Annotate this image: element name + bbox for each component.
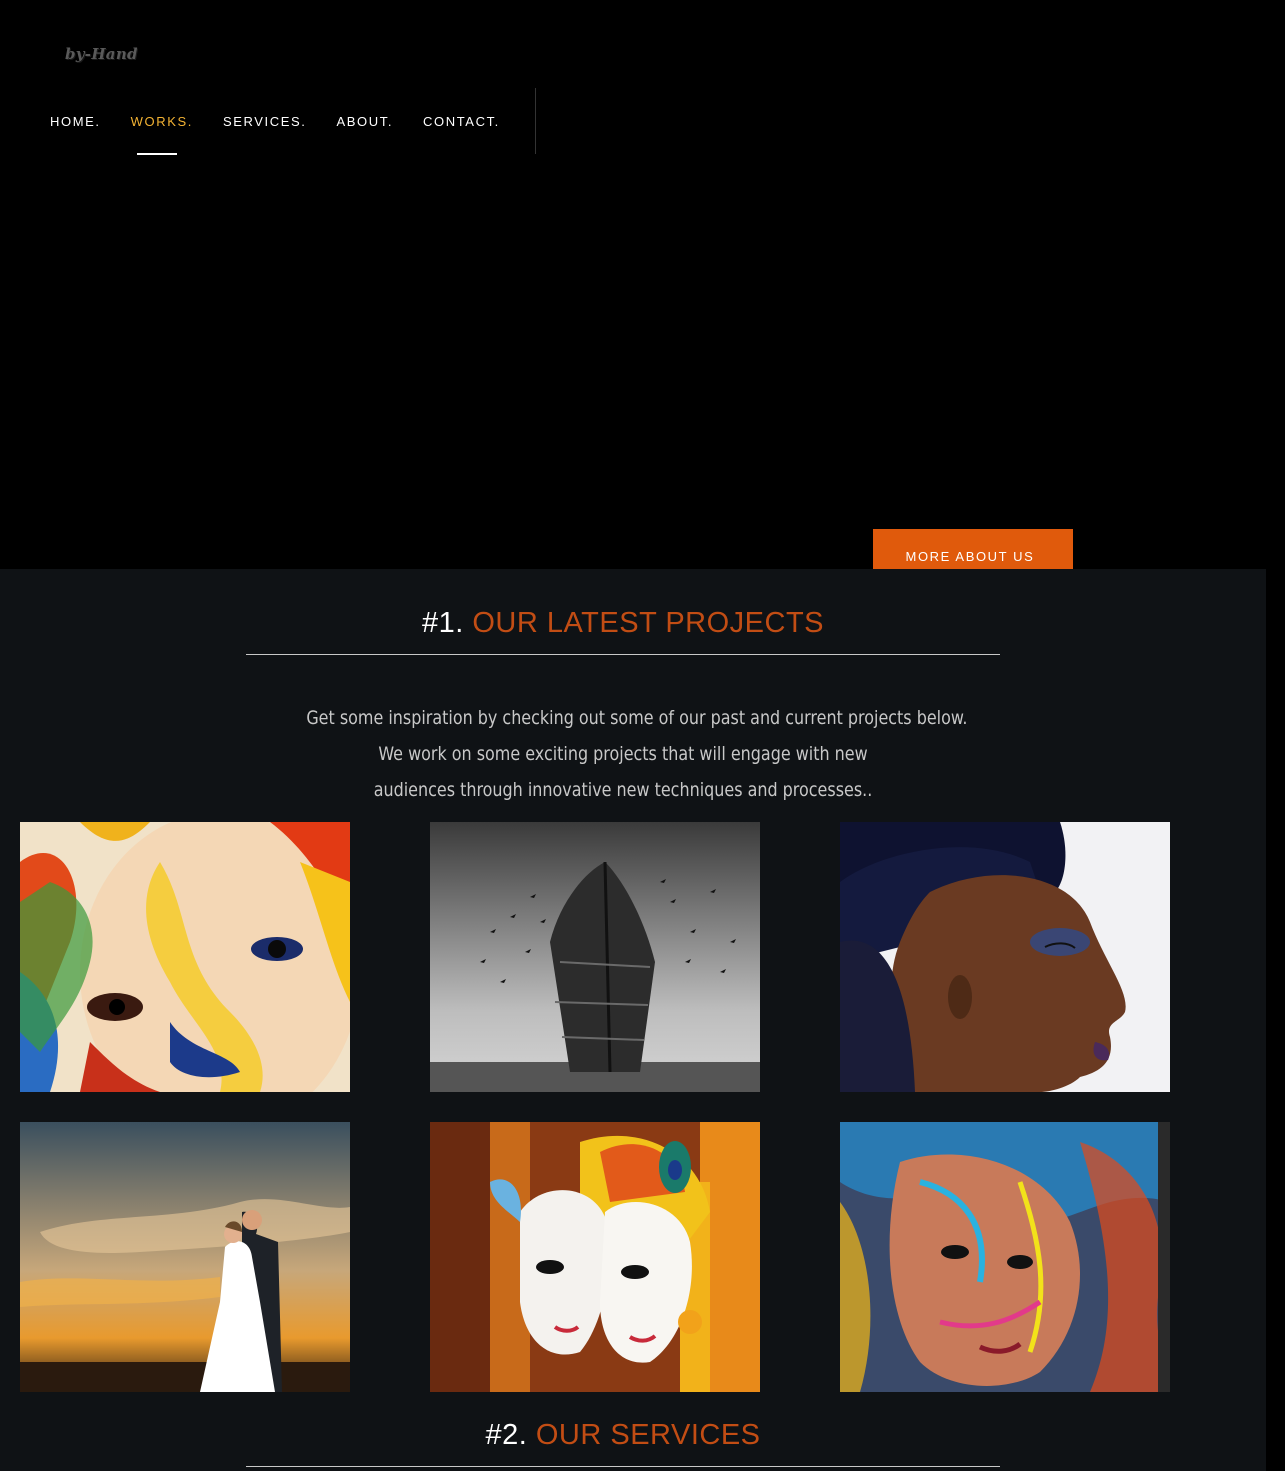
intro-line: We work on some exciting projects that w… bbox=[378, 743, 868, 765]
nav-item-services[interactable]: SERVICES. bbox=[223, 114, 307, 129]
intro-line: Get some inspiration by checking out som… bbox=[306, 707, 968, 729]
main-nav: HOME. WORKS. SERVICES. ABOUT. CONTACT. bbox=[50, 114, 530, 129]
nav-item-home[interactable]: HOME. bbox=[50, 114, 101, 129]
project-tile-portrait-profile[interactable] bbox=[840, 822, 1170, 1092]
services-heading-rule bbox=[246, 1466, 1000, 1467]
projects-heading-number: #1. bbox=[421, 607, 464, 639]
projects-heading: #1. OUR LATEST PROJECTS bbox=[246, 607, 1000, 640]
projects-heading-title: OUR LATEST PROJECTS bbox=[472, 607, 825, 639]
project-tile-wedding[interactable] bbox=[20, 1122, 350, 1392]
graffiti-face-image bbox=[840, 1122, 1170, 1392]
nav-item-works[interactable]: WORKS. bbox=[131, 114, 193, 129]
project-tile-shipwreck[interactable] bbox=[430, 822, 760, 1092]
portrait-profile-image bbox=[840, 822, 1170, 1092]
services-heading-title: OUR SERVICES bbox=[535, 1419, 761, 1451]
nav-item-contact[interactable]: CONTACT. bbox=[423, 114, 500, 129]
project-tile-krishna-painting[interactable] bbox=[430, 1122, 760, 1392]
projects-section: #1. OUR LATEST PROJECTS Get some inspira… bbox=[0, 569, 1266, 1471]
services-heading-number: #2. bbox=[485, 1419, 528, 1451]
krishna-painting-image bbox=[430, 1122, 760, 1392]
shipwreck-image bbox=[430, 822, 760, 1092]
wedding-image bbox=[20, 1122, 350, 1392]
hero-section: by-Hand HOME. WORKS. SERVICES. ABOUT. CO… bbox=[0, 0, 1285, 583]
projects-heading-rule bbox=[246, 654, 1000, 655]
nav-divider bbox=[535, 88, 536, 154]
project-tile-painted-face[interactable] bbox=[20, 822, 350, 1092]
nav-item-about[interactable]: ABOUT. bbox=[336, 114, 393, 129]
project-tile-graffiti-face[interactable] bbox=[840, 1122, 1170, 1392]
painted-face-image bbox=[20, 822, 350, 1092]
site-logo[interactable]: by-Hand bbox=[65, 45, 138, 63]
services-heading: #2. OUR SERVICES bbox=[246, 1419, 1000, 1452]
nav-active-indicator bbox=[137, 153, 177, 155]
intro-line: audiences through innovative new techniq… bbox=[373, 779, 873, 801]
projects-intro: Get some inspiration by checking out som… bbox=[306, 700, 968, 808]
